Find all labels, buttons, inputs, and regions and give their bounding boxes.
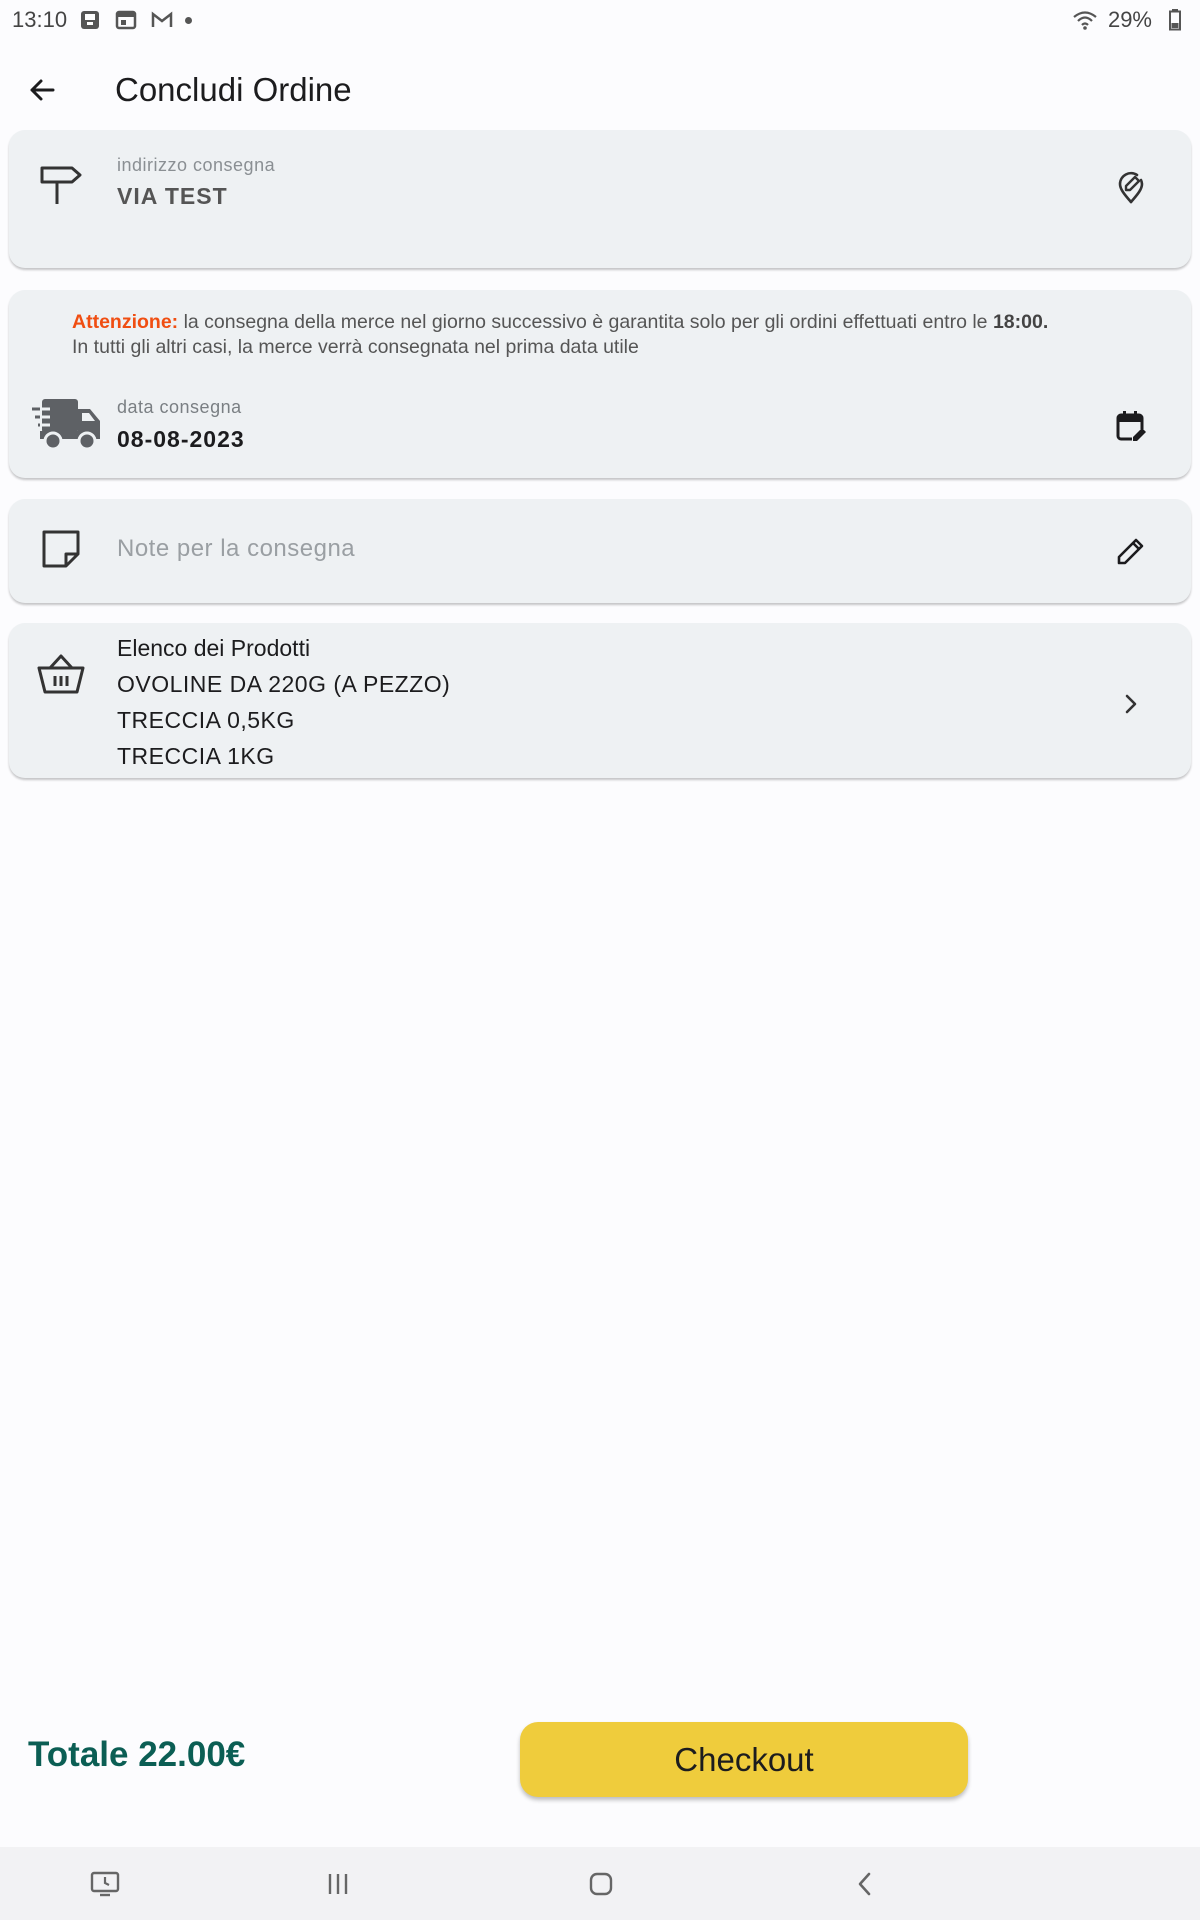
status-bar: 13:10 29% [0,0,1200,40]
notes-card[interactable]: Note per la consegna [9,499,1191,603]
edit-location-icon [1118,171,1144,204]
products-card[interactable]: Elenco dei Prodotti OVOLINE DA 220G (A P… [9,623,1191,778]
basket-icon [35,651,87,699]
pencil-icon [1117,538,1144,565]
open-products-button[interactable] [1101,674,1161,734]
home-icon [589,1872,613,1895]
list-item: TRECCIA 0,5KG [117,707,295,733]
recents-button[interactable] [288,1847,388,1920]
status-right: 29% [1072,7,1188,33]
delivery-date-value: 08-08-2023 [117,426,245,452]
delivery-card: Attenzione: la consegna della merce nel … [9,290,1191,478]
battery-percentage: 29% [1107,7,1152,32]
recents-icon [328,1873,348,1894]
system-nav-bar [0,1847,1200,1920]
notification-icon [77,7,103,33]
checkout-button[interactable]: Checkout [520,1722,968,1797]
delivery-date-label: data consegna [117,397,242,417]
app-bar: Concludi Ordine [0,40,1200,140]
chevron-right-icon [1125,694,1137,714]
warning-time: 18:00. [992,311,1049,333]
warning-text: la consegna della merce nel giorno succe… [183,311,988,333]
notes-input[interactable]: Note per la consegna [117,535,355,563]
edit-date-button[interactable] [1101,396,1161,456]
screen-icon [90,1871,120,1896]
dot-icon [185,16,193,24]
home-button[interactable] [551,1847,651,1920]
order-total: Totale 22.00€ [28,1735,246,1774]
nav-back-button[interactable] [815,1847,915,1920]
edit-address-button[interactable] [1101,158,1161,218]
gmail-icon [149,7,175,33]
status-left: 13:10 [12,7,193,33]
back-button[interactable] [7,55,77,125]
warning-text-2: In tutti gli altri casi, la merce verrà … [72,336,639,358]
address-label: indirizzo consegna [117,155,276,175]
wifi-icon [1072,7,1098,33]
battery-icon [1162,7,1188,33]
signpost-icon [36,160,86,210]
back-nav-icon [858,1872,871,1895]
edit-calendar-icon [1116,411,1146,443]
screen-button[interactable] [55,1847,155,1920]
address-card[interactable]: indirizzo consegna VIA TEST [9,130,1191,268]
edit-notes-button[interactable] [1101,521,1161,581]
delivery-truck-icon [31,394,105,454]
arrow-left-icon [30,79,55,101]
sticky-note-icon [39,527,83,571]
products-list: Elenco dei Prodotti OVOLINE DA 220G (A P… [117,630,450,774]
products-title: Elenco dei Prodotti [117,635,311,661]
address-value: VIA TEST [117,183,228,209]
page-title: Concludi Ordine [115,71,352,108]
status-time: 13:10 [12,7,68,32]
warning-label: Attenzione: [72,311,179,333]
delivery-warning: Attenzione: la consegna della merce nel … [72,310,1172,360]
list-item: TRECCIA 1KG [117,743,275,769]
calendar-icon [113,7,139,33]
page: 13:10 29% Concludi Ordine indirizzo cons… [0,0,1200,1920]
list-item: OVOLINE DA 220G (A PEZZO) [117,671,451,697]
